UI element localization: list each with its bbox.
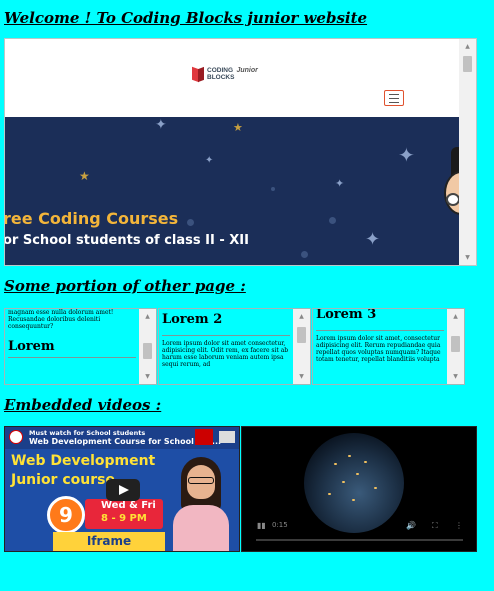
- divider: [8, 357, 136, 358]
- star-icon: ✦: [205, 155, 214, 166]
- star-icon: ✦: [155, 117, 167, 133]
- pause-icon[interactable]: ▮▮: [257, 521, 266, 530]
- mini-3-body: Lorem ipsum dolor sit amet, consectetur …: [316, 335, 441, 363]
- kid-glasses-icon: [446, 193, 460, 206]
- section-heading-portion: Some portion of other page :: [4, 277, 246, 295]
- html5-video-player[interactable]: ▮▮ 0:15 🔊 ⛶ ⋮: [241, 426, 477, 552]
- banner-title: ree Coding Courses: [5, 209, 179, 228]
- scroll-down-arrow-icon[interactable]: ▼: [459, 250, 476, 265]
- site-navbar: CODING BLOCKS Junior: [5, 39, 459, 117]
- mini-iframe-1[interactable]: magnam esse nulla dolorum amet! Recusand…: [4, 308, 157, 385]
- mini-3-title: Lorem 3: [316, 308, 377, 322]
- website-preview: CODING BLOCKS Junior ✦ ★ ✦ ✦ ★ ✦ ✦ ree C…: [5, 39, 476, 265]
- divider: [162, 335, 290, 336]
- scroll-up-arrow-icon[interactable]: ▲: [459, 39, 476, 54]
- video-time: 0:15: [272, 521, 288, 529]
- banner-subtitle: or School students of class II - XII: [5, 233, 249, 248]
- mini-1-title: Lorem: [8, 339, 55, 354]
- more-options-icon[interactable]: ⋮: [455, 521, 463, 530]
- scrollbar-thumb[interactable]: [297, 327, 306, 343]
- dot-shape: [187, 219, 194, 226]
- thumbnail-days: Wed & Fri: [101, 500, 156, 511]
- watch-later-icon[interactable]: [195, 429, 213, 445]
- mini-1-text: magnam esse nulla dolorum amet! Recusand…: [8, 309, 114, 330]
- earth-video-frame: [304, 433, 404, 533]
- star-icon: ★: [233, 121, 243, 134]
- page-title: Welcome ! To Coding Blocks junior websit…: [4, 9, 368, 27]
- video-title-bar: Must watch for School students Web Devel…: [5, 427, 239, 449]
- scroll-up-arrow-icon[interactable]: ▲: [293, 309, 310, 324]
- logo-line-2: BLOCKS: [207, 74, 235, 81]
- mini-3-scrollbar[interactable]: ▲ ▼: [447, 309, 464, 384]
- mini-2-body: Lorem ipsum dolor sit amet consectetur, …: [162, 340, 289, 368]
- scrollbar-thumb[interactable]: [463, 56, 472, 72]
- video-must-watch: Must watch for School students: [29, 429, 146, 437]
- section-heading-videos: Embedded videos :: [4, 396, 162, 414]
- dot-shape: [329, 217, 336, 224]
- star-icon: ✦: [365, 229, 381, 250]
- video-title[interactable]: Web Development Course for School Stu...: [29, 437, 221, 446]
- star-icon: ★: [79, 169, 90, 183]
- scrollbar-thumb[interactable]: [143, 343, 152, 359]
- video-controls: ▮▮ 0:15 🔊 ⛶ ⋮: [242, 521, 476, 551]
- channel-avatar-icon[interactable]: [9, 430, 23, 444]
- hero-banner: ✦ ★ ✦ ✦ ★ ✦ ✦ ree Coding Courses or Scho…: [5, 117, 459, 265]
- scroll-up-arrow-icon[interactable]: ▲: [139, 309, 156, 324]
- thumbnail-label: Iframe: [53, 532, 165, 551]
- logo-tag: Junior: [236, 67, 258, 74]
- main-iframe-scrollbar[interactable]: ▲ ▼: [459, 39, 476, 265]
- video-progress-bar[interactable]: [256, 539, 463, 541]
- presenter-image: [173, 457, 229, 551]
- star-icon: ✦: [398, 143, 415, 167]
- coding-blocks-logo[interactable]: CODING BLOCKS Junior: [192, 65, 258, 83]
- scrollbar-thumb[interactable]: [451, 336, 460, 352]
- divider: [316, 330, 444, 331]
- scroll-down-arrow-icon[interactable]: ▼: [139, 369, 156, 384]
- youtube-video-embed[interactable]: Must watch for School students Web Devel…: [4, 426, 240, 552]
- mini-1-scrollbar[interactable]: ▲ ▼: [139, 309, 156, 384]
- mini-2-title: Lorem 2: [162, 312, 223, 327]
- scroll-down-arrow-icon[interactable]: ▼: [447, 369, 464, 384]
- scroll-up-arrow-icon[interactable]: ▲: [447, 309, 464, 324]
- star-icon: ✦: [335, 177, 345, 190]
- logo-cube-icon: [192, 66, 204, 82]
- logo-line-1: CODING: [207, 67, 233, 74]
- mini-iframe-2[interactable]: Lorem 2 Lorem ipsum dolor sit amet conse…: [158, 308, 311, 385]
- mini-iframe-3[interactable]: Lorem 3 Lorem ipsum dolor sit amet, cons…: [312, 308, 465, 385]
- hamburger-menu-icon[interactable]: [384, 90, 404, 106]
- dot-shape: [301, 251, 308, 258]
- website-iframe[interactable]: CODING BLOCKS Junior ✦ ★ ✦ ✦ ★ ✦ ✦ ree C…: [4, 38, 477, 266]
- dot-shape: [271, 187, 275, 191]
- share-icon[interactable]: [219, 431, 235, 443]
- scroll-down-arrow-icon[interactable]: ▼: [293, 369, 310, 384]
- volume-icon[interactable]: 🔊: [406, 521, 416, 530]
- thumbnail-time: 8 - 9 PM: [101, 513, 147, 524]
- thumbnail-number: 9: [47, 496, 85, 534]
- play-button-icon[interactable]: [106, 479, 140, 501]
- mini-2-scrollbar[interactable]: ▲ ▼: [293, 309, 310, 384]
- thumbnail-line-2: Junior course: [11, 472, 115, 488]
- fullscreen-icon[interactable]: ⛶: [432, 521, 438, 531]
- thumbnail-line-1: Web Development: [11, 453, 156, 469]
